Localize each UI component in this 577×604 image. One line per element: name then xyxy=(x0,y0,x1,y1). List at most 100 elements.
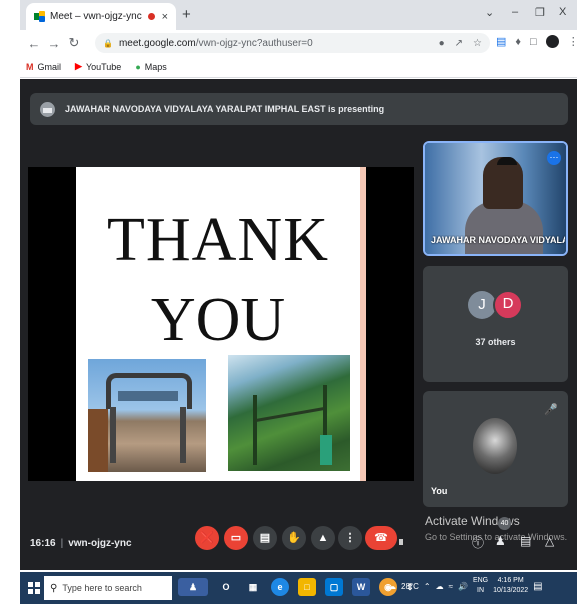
headset-icon xyxy=(497,157,517,165)
tab-strip: Meet – vwn-ojgz-ync × + ⌄ – ❐ X xyxy=(20,0,577,30)
tab-search-chevron-icon[interactable]: ⌄ xyxy=(485,6,494,19)
more-options-button[interactable]: ⋮ xyxy=(338,526,362,550)
weather-icon: ☁ xyxy=(388,581,396,591)
restore-button[interactable]: ❐ xyxy=(535,6,545,19)
chat-icon: ▤ xyxy=(520,534,532,548)
captions-icon: ▤ xyxy=(259,532,271,544)
language-indicator[interactable]: ENG IN xyxy=(473,576,488,596)
hand-icon: ✋ xyxy=(287,532,301,544)
youtube-icon: ▶ xyxy=(75,61,82,71)
puzzle-icon[interactable]: ♦ xyxy=(515,36,521,48)
cortana-icon[interactable]: O xyxy=(217,578,235,596)
chat-button[interactable]: ▤ xyxy=(520,534,531,548)
avatar-d: D xyxy=(493,290,523,320)
tab-meet[interactable]: Meet – vwn-ojgz-ync × xyxy=(26,3,176,30)
sidepanel-icon[interactable]: □ xyxy=(530,36,537,48)
edge-icon[interactable]: e xyxy=(271,578,289,596)
share-icon[interactable]: ↗ xyxy=(455,38,463,49)
minimize-button[interactable]: – xyxy=(512,6,518,18)
bridge-forest-photo xyxy=(228,355,350,471)
gmail-icon: M xyxy=(26,61,34,72)
lock-icon: 🔒 xyxy=(103,38,113,48)
word-icon[interactable]: W xyxy=(352,578,370,596)
kebab-icon: ⋮ xyxy=(344,532,356,544)
left-margin xyxy=(0,0,20,604)
windows-start-icon[interactable] xyxy=(28,582,40,594)
task-view-icon[interactable]: ▦ xyxy=(244,578,262,596)
presenting-text: JAWAHAR NAVODAYA VIDYALAYA YARALPAT IMPH… xyxy=(65,104,385,114)
bookmark-maps[interactable]: ● Maps xyxy=(135,62,166,72)
camera-indicator-icon[interactable]: ● xyxy=(439,38,445,49)
reload-icon[interactable]: ↻ xyxy=(64,35,84,51)
end-call-button[interactable]: ☎ xyxy=(365,526,397,550)
activities-icon: △ xyxy=(545,534,555,548)
notifications-icon[interactable]: ▤ xyxy=(533,581,542,592)
search-icon: ⚲ xyxy=(50,582,58,594)
store-icon[interactable]: ▢ xyxy=(325,578,343,596)
profile-avatar[interactable] xyxy=(545,35,559,48)
tray-chevron-icon[interactable]: ⌃ xyxy=(424,582,431,591)
phone-hangup-icon: ☎ xyxy=(374,532,388,544)
file-explorer-icon[interactable]: □ xyxy=(298,578,316,596)
self-name: You xyxy=(431,486,448,496)
mic-toggle-button[interactable]: ❌ xyxy=(195,526,219,550)
volume-icon[interactable]: 🔊 xyxy=(458,582,468,591)
forward-arrow-icon[interactable]: → xyxy=(44,36,64,51)
people-button[interactable]: ♟ xyxy=(495,534,506,548)
presenter-avatar-icon xyxy=(40,101,55,117)
meeting-time: 16:16 xyxy=(30,538,56,549)
present-button[interactable]: ▲ xyxy=(311,526,335,550)
activities-button[interactable]: △ xyxy=(545,534,554,548)
onedrive-icon[interactable]: ☁ xyxy=(436,582,444,591)
browser-toolbar: ← → ↻ 🔒 meet.google.com/vwn-ojgz-ync?aut… xyxy=(20,30,577,56)
address-bar[interactable]: 🔒 meet.google.com/vwn-ojgz-ync?authuser=… xyxy=(95,33,490,53)
url-host: meet.google.com xyxy=(118,37,196,49)
meeting-code: vwn-ojgz-ync xyxy=(68,538,132,549)
bookmarks-bar: M Gmail ▶ YouTube ● Maps xyxy=(20,56,577,78)
taskbar-people-icon[interactable]: ♟ xyxy=(178,578,208,596)
slide-line-2: YOU xyxy=(150,286,286,354)
maps-icon: ● xyxy=(135,61,141,72)
kebab-menu-icon[interactable]: ⋮ xyxy=(568,35,577,48)
new-tab-button[interactable]: + xyxy=(182,6,191,23)
meet-window: JAWAHAR NAVODAYA VIDYALAYA YARALPAT IMPH… xyxy=(20,79,577,570)
bookmark-gmail[interactable]: M Gmail xyxy=(26,62,61,72)
presentation-slide: THANK YOU xyxy=(76,167,366,481)
system-tray: ☁ 28°C ⌃ ☁ ≈ 🔊 ENG IN 4:16 PM 10/13/2022 ▤ xyxy=(388,576,543,596)
others-count: 37 others xyxy=(475,337,516,347)
presenter-name: JAWAHAR NAVODAYA VIDYALAY... xyxy=(431,235,565,245)
back-arrow-icon[interactable]: ← xyxy=(24,36,44,51)
camera-toggle-button[interactable]: ▭ xyxy=(224,526,248,550)
bookmark-youtube[interactable]: ▶ YouTube xyxy=(75,61,121,72)
meeting-info: 16:16 | vwn-ojgz-ync xyxy=(30,538,132,549)
recording-dot-icon xyxy=(147,13,155,20)
search-placeholder: Type here to search xyxy=(62,583,142,593)
url-path: /vwn-ojgz-ync?authuser=0 xyxy=(195,37,313,49)
info-separator: | xyxy=(60,538,64,549)
weather-temp[interactable]: 28°C xyxy=(401,582,419,591)
bookmark-star-icon[interactable]: ☆ xyxy=(473,38,482,49)
self-tile[interactable]: 🎤 You xyxy=(423,391,568,507)
extension-icon[interactable]: ▤ xyxy=(496,35,506,48)
info-button[interactable]: ⓘ xyxy=(472,534,484,551)
present-icon: ▲ xyxy=(317,532,329,544)
wifi-icon[interactable]: ≈ xyxy=(449,582,453,591)
windows-taskbar: ⚲ Type here to search ♟ O ▦ e □ ▢ W ◉ ⇕ … xyxy=(20,572,577,604)
slide-line-1: THANK xyxy=(107,206,329,274)
screen: Meet – vwn-ojgz-ync × + ⌄ – ❐ X ← → ↻ 🔒 … xyxy=(0,0,577,604)
taskbar-clock[interactable]: 4:16 PM 10/13/2022 xyxy=(493,576,528,596)
screen-share-stage[interactable]: THANK YOU xyxy=(28,167,414,545)
captions-button[interactable]: ▤ xyxy=(253,526,277,550)
tab-title: Meet – vwn-ojgz-ync xyxy=(50,11,142,22)
close-window-button[interactable]: X xyxy=(559,6,566,18)
meet-favicon-icon xyxy=(34,11,45,22)
presenter-tile[interactable]: ⋯ JAWAHAR NAVODAYA VIDYALAY... xyxy=(423,141,568,256)
others-tile[interactable]: J D 37 others xyxy=(423,266,568,382)
tab-close-icon[interactable]: × xyxy=(162,11,168,23)
more-options-icon[interactable]: ⋯ xyxy=(547,151,561,165)
people-icon: ♟ xyxy=(495,534,506,548)
friendship-gate-photo xyxy=(88,359,206,472)
mic-off-icon: ❌ xyxy=(200,532,214,544)
raise-hand-button[interactable]: ✋ xyxy=(282,526,306,550)
taskbar-search[interactable]: ⚲ Type here to search xyxy=(44,576,172,600)
